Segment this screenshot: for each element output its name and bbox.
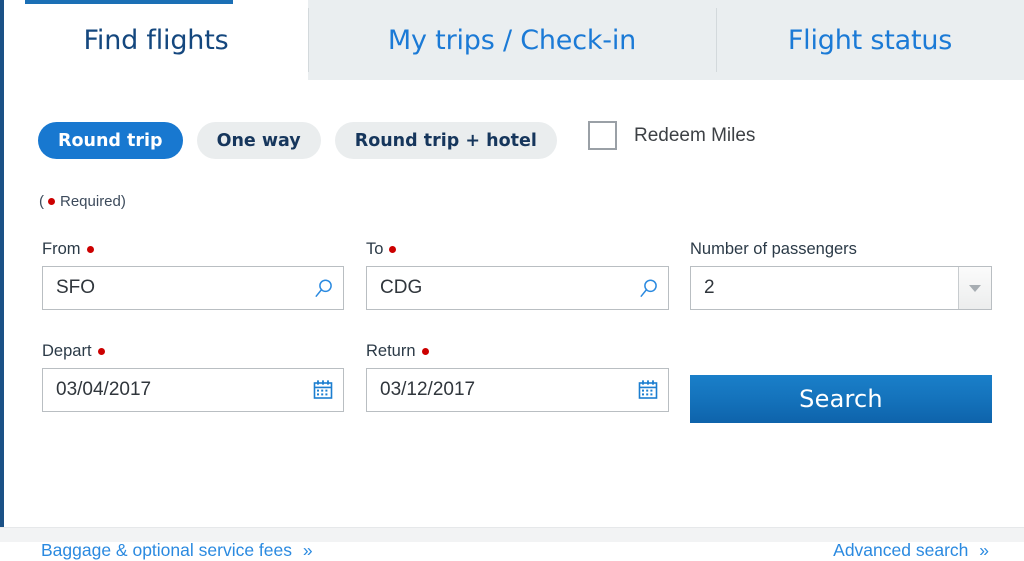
search-button[interactable]: Search <box>690 375 992 423</box>
field-to-label: To <box>366 240 384 258</box>
return-date-value: 03/12/2017 <box>380 379 476 400</box>
depart-date-value: 03/04/2017 <box>56 379 152 400</box>
required-dot-icon <box>421 348 429 355</box>
advanced-search-link-label: Advanced search <box>833 540 969 560</box>
field-return-label: Return <box>366 342 416 360</box>
baggage-fees-link[interactable]: Baggage & optional service fees » <box>41 540 313 561</box>
tab-flight-status[interactable]: Flight status <box>716 0 1024 80</box>
field-from-label: From <box>42 240 81 258</box>
calendar-icon[interactable] <box>303 379 343 401</box>
from-input-value: SFO <box>56 277 96 298</box>
redeem-miles-label: Redeem Miles <box>634 124 756 146</box>
to-input[interactable]: CDG <box>366 266 669 310</box>
search-magnifier-icon[interactable] <box>303 278 343 299</box>
trip-type-group: Round trip One way Round trip + hotel <box>38 122 571 159</box>
trip-type-round-trip-label: Round trip <box>58 130 163 151</box>
find-flights-panel: Round trip One way Round trip + hotel Re… <box>4 80 1024 560</box>
passengers-select-value: 2 <box>704 277 715 298</box>
required-dot-icon <box>97 348 105 355</box>
calendar-icon[interactable] <box>628 379 668 401</box>
required-legend: ( Required) <box>39 193 126 210</box>
field-depart-label: Depart <box>42 342 92 360</box>
tab-find-flights-label: Find flights <box>83 24 229 56</box>
flight-search-widget: Find flights My trips / Check-in Flight … <box>0 0 1024 560</box>
required-dot-icon <box>389 246 397 253</box>
trip-type-one-way[interactable]: One way <box>196 122 321 159</box>
chevron-down-glyph <box>969 284 981 292</box>
tab-flight-status-label: Flight status <box>787 24 953 56</box>
field-from: From SFO <box>42 240 344 310</box>
required-dot-icon <box>48 198 55 205</box>
required-legend-text: Required) <box>60 193 126 210</box>
field-from-label-row: From <box>42 240 344 259</box>
field-depart: Depart 03/04/2017 <box>42 342 344 412</box>
baggage-fees-link-label: Baggage & optional service fees <box>41 540 292 560</box>
footer-strip <box>0 528 1024 542</box>
chevron-right-icon: » <box>979 540 989 560</box>
tab-find-flights[interactable]: Find flights <box>4 0 308 80</box>
field-return: Return 03/12/2017 <box>366 342 669 412</box>
trip-type-round-trip-hotel[interactable]: Round trip + hotel <box>334 122 557 159</box>
tab-my-trips-checkin[interactable]: My trips / Check-in <box>308 0 716 80</box>
passengers-select[interactable]: 2 <box>690 266 992 310</box>
field-passengers: Number of passengers 2 <box>690 240 992 310</box>
tab-bar: Find flights My trips / Check-in Flight … <box>4 0 1024 80</box>
tab-separator <box>716 8 717 72</box>
from-input[interactable]: SFO <box>42 266 344 310</box>
field-passengers-label-row: Number of passengers <box>690 240 992 259</box>
search-magnifier-icon[interactable] <box>628 278 668 299</box>
field-to-label-row: To <box>366 240 669 259</box>
search-button-label: Search <box>799 385 883 413</box>
tab-my-trips-checkin-label: My trips / Check-in <box>387 24 637 56</box>
depart-date-input[interactable]: 03/04/2017 <box>42 368 344 412</box>
field-return-label-row: Return <box>366 342 669 361</box>
chevron-down-icon[interactable] <box>958 267 991 309</box>
checkbox-checked-icon[interactable] <box>588 121 617 150</box>
chevron-right-icon: » <box>302 540 313 560</box>
required-dot-icon <box>86 246 94 253</box>
required-legend-prefix: ( <box>39 193 44 210</box>
field-depart-label-row: Depart <box>42 342 344 361</box>
trip-type-one-way-label: One way <box>216 130 301 151</box>
redeem-miles-control[interactable]: Redeem Miles <box>588 121 755 150</box>
return-date-input[interactable]: 03/12/2017 <box>366 368 669 412</box>
trip-type-round-trip[interactable]: Round trip <box>38 122 183 159</box>
field-to: To CDG <box>366 240 669 310</box>
field-passengers-label: Number of passengers <box>690 240 857 258</box>
trip-type-round-trip-hotel-label: Round trip + hotel <box>354 130 537 151</box>
to-input-value: CDG <box>380 277 423 298</box>
tab-separator <box>308 8 309 72</box>
advanced-search-link[interactable]: Advanced search » <box>833 540 989 561</box>
